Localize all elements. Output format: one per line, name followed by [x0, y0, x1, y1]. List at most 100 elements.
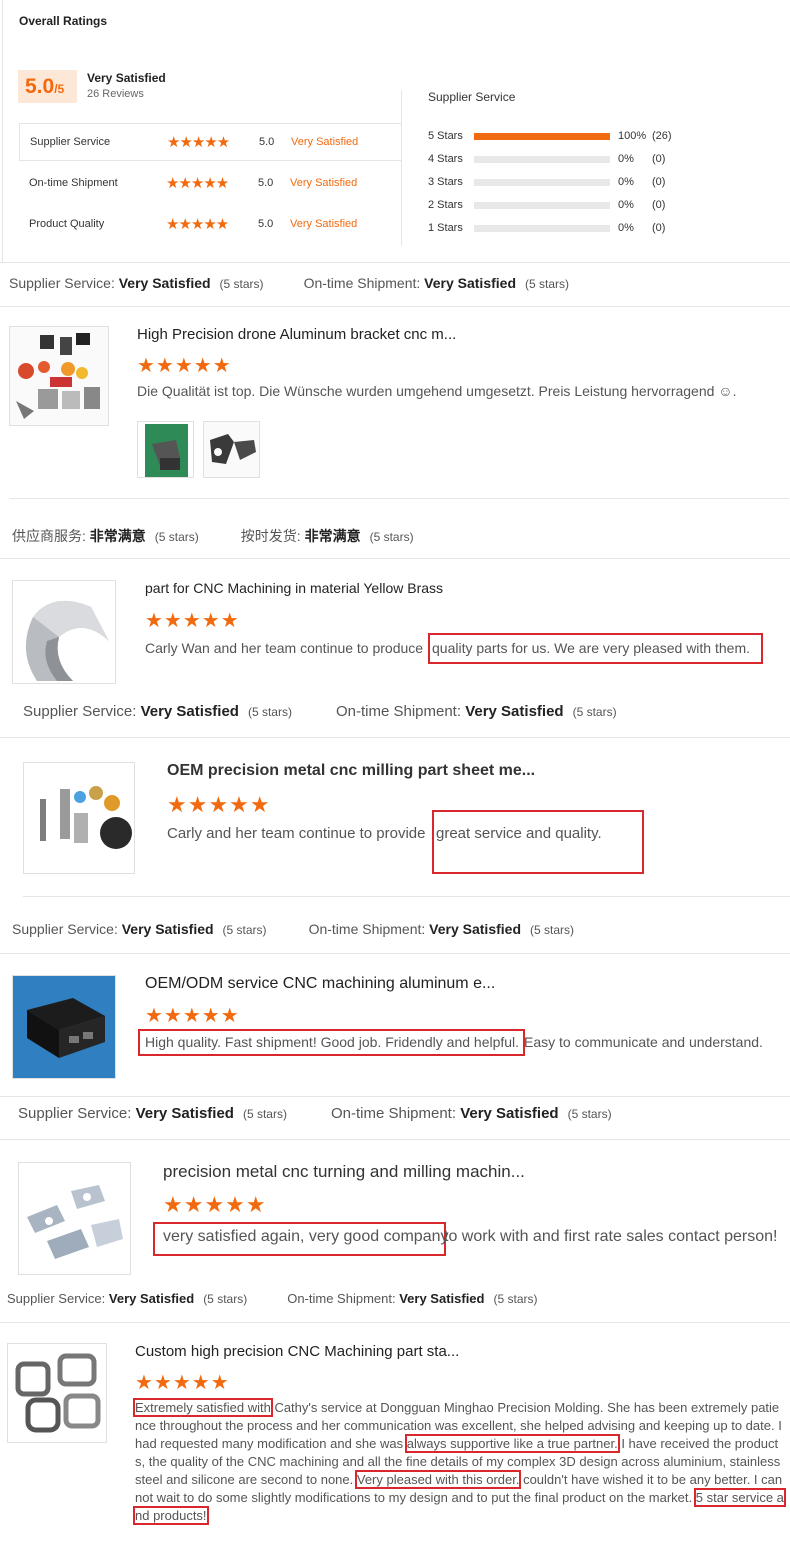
criterion-supplier-service: Supplier Service ★★★★★ 5.0 Very Satisfie… — [19, 123, 401, 161]
review-product-title[interactable]: OEM/ODM service CNC machining aluminum e… — [145, 975, 495, 993]
shipment-label: On-time Shipment: — [303, 275, 421, 291]
divider — [0, 306, 790, 307]
highlight-box — [432, 810, 644, 874]
criterion-stars: ★★★★★ — [166, 175, 229, 192]
criterion-on-time-shipment: On-time Shipment ★★★★★ 5.0 Very Satisfie… — [19, 164, 401, 202]
overall-satisfaction: Very Satisfied — [87, 71, 166, 85]
supplier-service-value: Very Satisfied — [135, 1105, 234, 1122]
supplier-service-stars: (5 stars) — [219, 277, 264, 291]
distribution-bar — [474, 224, 610, 232]
product-thumbnail[interactable] — [18, 1162, 131, 1275]
review-photo-image — [204, 422, 259, 477]
criterion-text: Very Satisfied — [291, 136, 359, 148]
review-text: to work with and first rate sales contac… — [444, 1228, 778, 1245]
shipment-value: Very Satisfied — [429, 921, 521, 937]
review-product-title[interactable]: OEM precision metal cnc milling part she… — [167, 762, 535, 780]
distribution-row: 5 Stars 100% (26) — [428, 129, 672, 143]
ratings-divider — [401, 90, 402, 246]
distribution-bar — [474, 178, 610, 186]
review-text-highlight: Extremely satisfied with — [133, 1398, 273, 1417]
ratings-panel-border — [2, 0, 3, 262]
review-product-title[interactable]: High Precision drone Aluminum bracket cn… — [137, 326, 456, 343]
distribution-count: (0) — [652, 176, 666, 188]
overall-score-badge: 5.0/5 — [18, 70, 77, 103]
review-photo[interactable] — [137, 421, 194, 478]
overall-score-denominator: /5 — [54, 82, 65, 96]
supplier-service-value: 非常满意 — [89, 528, 146, 544]
shipment-stars: (5 stars) — [525, 277, 570, 291]
review-stars: ★★★★★ — [145, 1005, 240, 1027]
distribution-count: (26) — [652, 130, 672, 142]
criterion-value: 5.0 — [258, 218, 274, 230]
aluminum-enclosure-image — [13, 976, 115, 1078]
review-product-title[interactable]: Custom high precision CNC Machining part… — [135, 1343, 459, 1360]
shipment-value: 非常满意 — [304, 528, 361, 544]
shipment-stars: (5 stars) — [530, 923, 575, 937]
product-thumbnail[interactable] — [12, 975, 116, 1079]
criterion-text: Very Satisfied — [290, 218, 358, 230]
product-thumbnail[interactable] — [23, 762, 135, 874]
product-thumbnail[interactable] — [9, 326, 109, 426]
distribution-bar — [474, 201, 610, 209]
review-status-row: Supplier Service: Very Satisfied (5 stars… — [23, 703, 617, 720]
criterion-label: Product Quality — [29, 218, 105, 230]
distribution-row: 2 Stars 0% (0) — [428, 198, 665, 212]
divider — [0, 1322, 790, 1323]
product-thumbnail[interactable] — [12, 580, 116, 684]
review-text-highlight: High quality. Fast shipment! Good job. F… — [145, 1034, 520, 1050]
review-status-row: Supplier Service: Very Satisfied (5 stars… — [18, 1105, 612, 1122]
divider — [0, 737, 790, 738]
shipment-value: Very Satisfied — [465, 703, 564, 720]
review-photo[interactable] — [203, 421, 260, 478]
criterion-text: Very Satisfied — [290, 177, 358, 189]
distribution-row: 1 Stars 0% (0) — [428, 221, 665, 235]
distribution-row: 3 Stars 0% (0) — [428, 175, 665, 189]
supplier-service-label: Supplier Service: — [9, 275, 115, 291]
distribution-percent: 0% — [618, 199, 634, 211]
distribution-bar-fill — [474, 132, 610, 140]
distribution-percent: 0% — [618, 222, 634, 234]
shipment-value: Very Satisfied — [399, 1291, 485, 1306]
distribution-bar — [474, 155, 610, 163]
distribution-label: 2 Stars — [428, 199, 463, 211]
turning-parts-image — [19, 1163, 130, 1274]
divider — [9, 498, 789, 499]
review-photo-image — [138, 422, 193, 477]
review-count: 26 Reviews — [87, 88, 144, 100]
review-text: Extremely satisfied with Cathy's service… — [133, 1398, 786, 1529]
criterion-product-quality: Product Quality ★★★★★ 5.0 Very Satisfied — [19, 205, 401, 243]
distribution-percent: 0% — [618, 153, 634, 165]
supplier-service-value: Very Satisfied — [121, 921, 214, 937]
review-text-highlight: Very pleased with this order. — [354, 1470, 522, 1489]
distribution-label: 1 Stars — [428, 222, 463, 234]
divider — [0, 953, 790, 954]
review-status-row: Supplier Service: Very Satisfied (5 stars… — [9, 275, 569, 291]
divider — [0, 1139, 790, 1140]
criterion-stars: ★★★★★ — [167, 134, 230, 151]
divider — [0, 558, 790, 559]
supplier-service-stars: (5 stars) — [242, 1107, 287, 1121]
review-stars: ★★★★★ — [167, 792, 271, 817]
review-text: Carly Wan and her team continue to produ… — [145, 640, 423, 656]
divider — [23, 896, 790, 897]
review-product-title[interactable]: precision metal cnc turning and milling … — [163, 1162, 525, 1182]
review-product-title[interactable]: part for CNC Machining in material Yello… — [145, 580, 443, 596]
distribution-label: 4 Stars — [428, 153, 463, 165]
criterion-label: Supplier Service — [30, 136, 111, 148]
supplier-service-label: Supplier Service: — [12, 921, 118, 937]
shipment-label: On-time Shipment: — [330, 1105, 457, 1122]
distribution-label: 5 Stars — [428, 130, 463, 142]
divider — [0, 262, 790, 263]
criterion-value: 5.0 — [258, 177, 274, 189]
distribution-count: (0) — [652, 222, 666, 234]
review-stars: ★★★★★ — [163, 1192, 267, 1217]
product-thumbnail[interactable] — [7, 1343, 107, 1443]
supplier-service-stars: (5 stars) — [203, 1292, 248, 1306]
review-text-highlight: very satisfied again, very good company — [163, 1228, 449, 1245]
shipment-stars: (5 stars) — [369, 530, 414, 544]
review-text-highlight: always supportive like a true partner. — [404, 1434, 620, 1453]
distribution-label: 3 Stars — [428, 176, 463, 188]
shipment-label: 按时发货: — [240, 528, 301, 544]
review-status-row: 供应商服务: 非常满意 (5 stars) 按时发货: 非常满意 (5 stars) — [12, 526, 414, 546]
shipment-value: Very Satisfied — [460, 1105, 559, 1122]
